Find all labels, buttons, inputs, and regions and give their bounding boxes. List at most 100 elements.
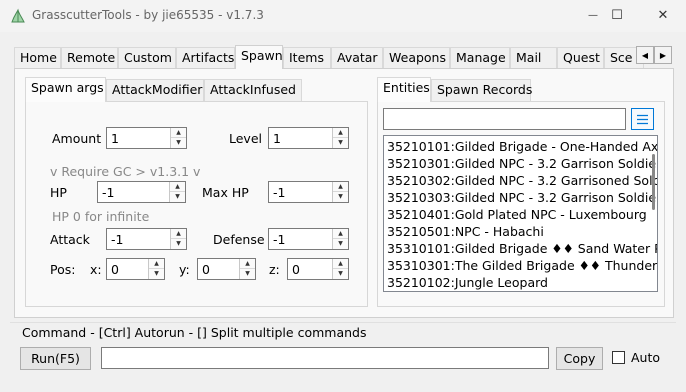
level-stepper[interactable]: 1 ▲ ▼ [268, 127, 349, 149]
close-icon: ✕ [657, 7, 669, 23]
list-item[interactable]: 35210501:NPC - Habachi [384, 223, 657, 240]
scroll-right-icon[interactable]: ▶ [654, 46, 672, 64]
spawn-tab-page: Spawn args AttackModifier AttackInfused … [14, 68, 674, 318]
list-icon [637, 114, 648, 125]
spin-up-icon[interactable]: ▲ [333, 182, 348, 192]
list-item[interactable]: 35210102:Jungle Leopard [384, 274, 657, 291]
window-title: GrasscutterTools - by jie65535 - v1.7.3 [32, 8, 264, 22]
list-item[interactable]: 35310301:The Gilded Brigade ♦♦ Thunder i… [384, 257, 657, 274]
pos-z-value: 0 [292, 262, 300, 277]
tab-home[interactable]: Home [14, 47, 61, 69]
amount-stepper[interactable]: 1 ▲ ▼ [106, 127, 187, 149]
hp-label: HP [50, 185, 67, 200]
right-subtab-strip: Entities Spawn Records [377, 77, 537, 102]
tab-spawn-records[interactable]: Spawn Records [431, 79, 532, 101]
title-bar: GrasscutterTools - by jie65535 - v1.7.3 … [0, 0, 686, 32]
maximize-icon: ☐ [611, 7, 623, 23]
spin-down-icon[interactable]: ▼ [333, 239, 348, 249]
spin-up-icon[interactable]: ▲ [149, 259, 164, 269]
tab-items[interactable]: Items [283, 47, 331, 69]
spin-up-icon[interactable]: ▲ [171, 229, 186, 239]
command-label: Command - [Ctrl] Autorun - [] Split mult… [22, 325, 367, 340]
level-label: Level [229, 131, 262, 146]
level-value: 1 [273, 131, 281, 146]
run-button[interactable]: Run(F5) [20, 347, 91, 370]
list-scrollbar[interactable] [648, 136, 657, 291]
pos-z-stepper[interactable]: 0 ▲ ▼ [287, 258, 349, 280]
close-button[interactable]: ✕ [640, 0, 686, 30]
amount-value: 1 [111, 131, 119, 146]
command-separator [10, 322, 676, 323]
tab-scroll-arrows: ◀ ▶ [636, 46, 672, 64]
spin-down-icon[interactable]: ▼ [170, 192, 185, 202]
spin-up-icon[interactable]: ▲ [171, 128, 186, 138]
spin-up-icon[interactable]: ▲ [333, 128, 348, 138]
list-item[interactable]: 35210303:Gilded NPC - 3.2 Garrison Soldi… [384, 189, 657, 206]
defense-value: -1 [273, 232, 286, 247]
hp-stepper[interactable]: -1 ▲ ▼ [97, 181, 186, 203]
pos-y-value: 0 [202, 262, 210, 277]
spawn-args-panel: Amount 1 ▲ ▼ Level 1 ▲ ▼ v Require GC > v1… [25, 101, 368, 307]
spin-down-icon[interactable]: ▼ [333, 138, 348, 148]
tab-remote[interactable]: Remote [61, 47, 118, 69]
tab-avatar[interactable]: Avatar [331, 47, 383, 69]
spin-down-icon[interactable]: ▼ [333, 192, 348, 202]
spin-down-icon[interactable]: ▼ [149, 269, 164, 279]
tab-manage[interactable]: Manage [450, 47, 510, 69]
scroll-left-icon[interactable]: ◀ [636, 46, 654, 64]
main-tab-strip: Home Remote Custom Artifacts Spawn Items… [14, 45, 674, 69]
max-hp-label: Max HP [202, 185, 249, 200]
defense-label: Defense [213, 232, 265, 247]
copy-button[interactable]: Copy [556, 347, 603, 370]
tab-attack-modifier[interactable]: AttackModifier [106, 79, 204, 101]
list-item[interactable]: 35210302:Gilded NPC - 3.2 Garrisoned Sol… [384, 172, 657, 189]
command-input[interactable] [101, 347, 549, 369]
tab-entities[interactable]: Entities [377, 77, 431, 102]
tab-spawn-args[interactable]: Spawn args [25, 77, 106, 102]
attack-value: -1 [111, 232, 124, 247]
tab-custom[interactable]: Custom [118, 47, 176, 69]
entity-list[interactable]: 35210101:Gilded Brigade - One-Handed Ax … [383, 135, 658, 292]
tab-quest[interactable]: Quest [557, 47, 604, 69]
attack-label: Attack [50, 232, 90, 247]
tab-attack-infused[interactable]: AttackInfused [204, 79, 302, 101]
spin-up-icon[interactable]: ▲ [170, 182, 185, 192]
app-icon [11, 8, 25, 23]
spin-down-icon[interactable]: ▼ [333, 269, 348, 279]
defense-stepper[interactable]: -1 ▲ ▼ [268, 228, 349, 250]
amount-label: Amount [52, 131, 102, 146]
entity-search-input[interactable] [383, 108, 626, 130]
hp-infinite-note: HP 0 for infinite [52, 209, 150, 224]
tab-artifacts[interactable]: Artifacts [176, 47, 235, 69]
pos-x-stepper[interactable]: 0 ▲ ▼ [106, 258, 165, 280]
attack-stepper[interactable]: -1 ▲ ▼ [106, 228, 187, 250]
z-label: z: [269, 262, 280, 277]
pos-label: Pos: [50, 262, 76, 277]
list-item[interactable]: 35210301:Gilded NPC - 3.2 Garrison Soldi… [384, 155, 657, 172]
left-subtab-strip: Spawn args AttackModifier AttackInfused [25, 77, 305, 102]
max-hp-stepper[interactable]: -1 ▲ ▼ [268, 181, 349, 203]
spin-down-icon[interactable]: ▼ [171, 239, 186, 249]
maximize-button[interactable]: ☐ [594, 0, 640, 30]
pos-y-stepper[interactable]: 0 ▲ ▼ [197, 258, 256, 280]
list-item[interactable]: 35210401:Gold Plated NPC - Luxembourg [384, 206, 657, 223]
spin-up-icon[interactable]: ▲ [333, 229, 348, 239]
list-view-button[interactable] [631, 108, 654, 130]
max-hp-value: -1 [273, 185, 286, 200]
scrollbar-thumb[interactable] [652, 154, 655, 210]
spin-up-icon[interactable]: ▲ [333, 259, 348, 269]
y-label: y: [179, 262, 190, 277]
entities-panel: 35210101:Gilded Brigade - One-Handed Ax … [377, 101, 665, 307]
list-item[interactable]: 35310101:Gilded Brigade ♦♦ Sand Water Pu [384, 240, 657, 257]
list-item[interactable]: 35210101:Gilded Brigade - One-Handed Ax [384, 138, 657, 155]
spin-up-icon[interactable]: ▲ [240, 259, 255, 269]
hp-value: -1 [102, 185, 115, 200]
spin-down-icon[interactable]: ▼ [171, 138, 186, 148]
require-gc-note: v Require GC > v1.3.1 v [50, 164, 201, 179]
spin-down-icon[interactable]: ▼ [240, 269, 255, 279]
x-label: x: [90, 262, 102, 277]
tab-spawn[interactable]: Spawn [235, 45, 283, 69]
tab-mail[interactable]: Mail [510, 47, 557, 69]
tab-weapons[interactable]: Weapons [383, 47, 450, 69]
auto-checkbox[interactable] [612, 351, 625, 364]
